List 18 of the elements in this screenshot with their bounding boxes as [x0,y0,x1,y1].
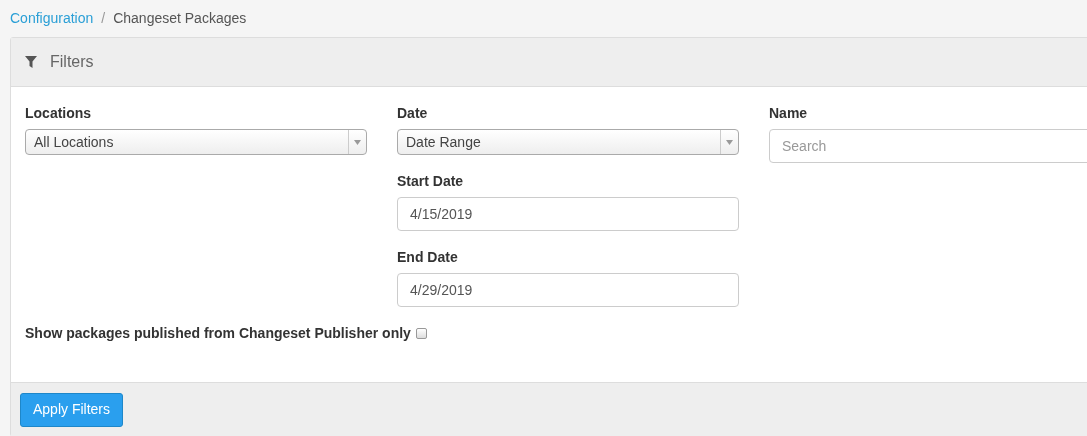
caret-icon [726,139,733,145]
caret-icon [354,139,361,145]
dropdown[interactable]: All Locations [25,129,367,155]
text-field[interactable]: 4/15/2019 [397,197,739,231]
field-label: Start Date [397,172,465,191]
breadcrumb-current: Changeset Packages [113,9,247,28]
filter-icon [25,56,37,68]
panel-title: Filters [50,52,94,72]
text-field[interactable]: 4/29/2019 [397,273,739,307]
breadcrumb-separator: / [100,9,107,28]
field-label: Locations [25,104,93,123]
checkbox-label: Show packages published from Changeset Publisher only [25,324,411,343]
field-label: End Date [397,248,459,267]
text-field[interactable]: Search [769,129,1087,163]
field-label: Name [769,104,809,123]
dropdown[interactable]: Date Range [397,129,739,155]
checkbox[interactable] [415,328,427,339]
field-label: Date [397,104,429,123]
